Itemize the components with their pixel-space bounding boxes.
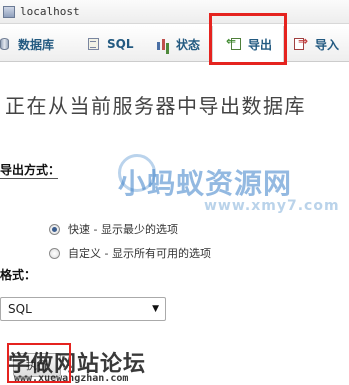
database-icon (0, 37, 11, 51)
server-label[interactable]: localhost (20, 5, 80, 18)
tab-import[interactable]: 导入 (294, 30, 339, 58)
page-title: 正在从当前服务器中导出数据库 (5, 94, 306, 118)
tab-sql-label: SQL (107, 37, 134, 51)
tab-sql[interactable]: SQL (86, 30, 134, 58)
watermark-top: 小蚂蚁资源网 www.xmy7.com (118, 154, 346, 214)
format-label: 格式： (0, 268, 37, 282)
radio-quick-option[interactable]: 快速 - 显示最少的选项 (49, 221, 178, 237)
tab-status-label: 状态 (176, 37, 201, 52)
sql-icon (86, 37, 100, 51)
watermark-top-title: 小蚂蚁资源网 (118, 167, 293, 200)
phpmyadmin-export-page: localhost 数据库 SQL 状态 导出 导入 正在从当前服务器中导出数据… (0, 0, 349, 385)
watermark-ring-icon (118, 154, 156, 192)
tab-databases[interactable]: 数据库 (0, 30, 54, 58)
execute-button[interactable]: 执行 (13, 353, 61, 377)
tab-status[interactable]: 状态 (155, 30, 200, 58)
import-icon (294, 34, 308, 51)
export-icon (226, 34, 241, 51)
export-method-label: 导出方式： (0, 163, 61, 177)
format-select[interactable]: SQL ▼ (0, 297, 166, 321)
section-divider (0, 178, 58, 179)
top-tabs: 数据库 SQL 状态 导出 导入 (0, 26, 349, 62)
radio-quick-label[interactable]: 快速 - 显示最少的选项 (68, 221, 178, 237)
watermark-top-url: www.xmy7.com (204, 198, 340, 214)
execute-button-label: 执行 (26, 359, 48, 372)
tab-export[interactable]: 导出 (212, 26, 284, 62)
radio-custom-label[interactable]: 自定义 - 显示所有可用的选项 (68, 245, 211, 261)
tab-databases-label: 数据库 (18, 37, 55, 52)
server-breadcrumb: localhost (0, 0, 349, 24)
status-icon (155, 37, 169, 51)
chevron-down-icon: ▼ (152, 304, 159, 314)
format-select-value: SQL (8, 302, 32, 316)
radio-quick[interactable] (49, 223, 60, 235)
radio-custom[interactable] (49, 247, 60, 259)
radio-custom-option[interactable]: 自定义 - 显示所有可用的选项 (49, 245, 211, 261)
server-icon (2, 5, 16, 19)
tab-import-label: 导入 (315, 37, 340, 52)
tab-export-label: 导出 (248, 37, 273, 52)
